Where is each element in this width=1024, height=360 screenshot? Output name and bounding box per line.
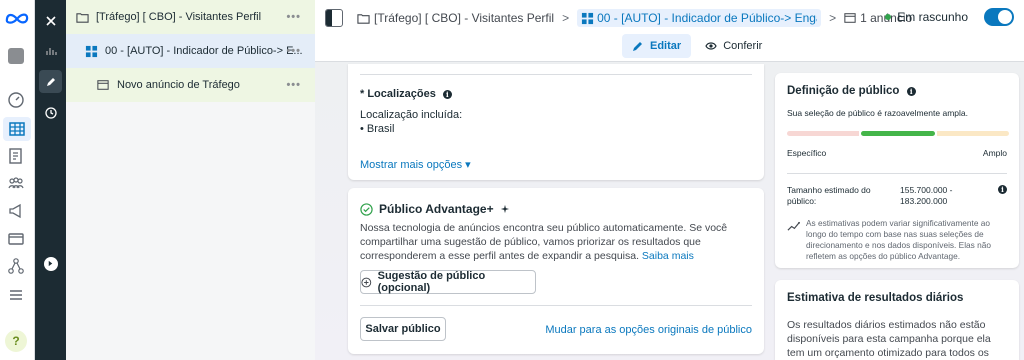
estimated-size-value: 155.700.000 - 183.200.000 [900,185,953,206]
close-icon[interactable] [39,9,62,32]
editor-header: [Tráfego] [ CBO] - Visitantes Perfil > 0… [315,0,1024,62]
divider [787,173,1007,174]
daily-results-body: Os resultados diários estimados não estã… [787,319,991,359]
review-mode-label: Conferir [723,40,763,52]
megaphone-icon[interactable] [6,201,26,221]
table-icon[interactable] [3,117,31,141]
sparkle-icon [500,204,509,214]
advantage-audience-card: Público Advantage+ Nossa tecnologia de a… [348,188,764,354]
editor-rail [35,0,66,360]
help-icon[interactable]: ? [5,330,27,352]
expand-icon[interactable] [39,252,62,275]
tree-item-ad[interactable]: Novo anúncio de Tráfego ••• [66,68,315,102]
audience-breadth-gauge [787,131,1009,136]
gauge-label-specific: Específico [787,148,827,158]
estimated-size-label: Tamanho estimado do público: [787,185,871,206]
menu-icon[interactable] [6,285,26,305]
breadcrumb-adset-label: 00 - [AUTO] - Indicador de Público-> Eng… [597,11,818,25]
campaign-tree: [Tráfego] [ CBO] - Visitantes Perfil •••… [66,0,315,360]
info-icon[interactable]: i [442,90,452,99]
edit-icon[interactable] [39,70,62,93]
audience-suggestion-label: Sugestão de público (opcional) [377,270,486,294]
grid-icon [582,12,594,24]
tree-empty-area [66,102,315,360]
pencil-icon [633,42,642,51]
breadcrumb: [Tráfego] [ CBO] - Visitantes Perfil > 0… [325,8,912,28]
daily-results-title: Estimativa de resultados diários [787,292,964,304]
panel-toggle-icon[interactable] [325,9,343,27]
audience-definition-card: Definição de público i Sua seleção de pú… [775,73,1019,268]
folder-icon [357,12,370,25]
account-avatar[interactable] [6,46,26,66]
breadcrumb-campaign[interactable]: [Tráfego] [ CBO] - Visitantes Perfil [374,11,554,25]
audience-definition-title: Definição de público i [787,85,916,97]
audience-icon[interactable] [6,174,26,194]
edit-mode-button[interactable]: Editar [622,34,692,58]
folder-icon [75,10,89,24]
included-location-value: • Brasil [360,123,395,135]
locations-card: * Localizações i Localização incluída: •… [348,64,764,180]
more-options-icon[interactable]: ••• [286,79,301,91]
gauge-label-broad: Amplo [982,148,1007,158]
tree-ad-label: Novo anúncio de Tráfego [117,79,240,91]
breadcrumb-separator: > [829,11,837,25]
meta-logo-icon[interactable] [4,8,30,28]
eye-icon [705,42,717,50]
switch-original-options-link[interactable]: Mudar para as opções originais de públic… [545,324,752,336]
estimate-note: As estimativas podem variar significativ… [806,218,991,261]
draft-status: Em rascunho [885,8,1014,26]
show-more-options-link[interactable]: Mostrar mais opções ▾ [360,158,471,171]
advantage-description: Nossa tecnologia de anúncios encontra se… [360,221,756,263]
ad-icon [96,78,110,92]
status-label: Em rascunho [897,10,968,24]
divider [360,74,752,75]
advantage-title-text: Público Advantage+ [379,202,494,216]
check-circle-icon [360,202,373,216]
locations-title-text: * Localizações [360,88,436,100]
gauge-segment-specific [787,131,859,136]
learn-more-link[interactable]: Saiba mais [642,250,694,262]
review-mode-button[interactable]: Conferir [695,34,772,58]
more-options-icon[interactable]: ••• [286,11,301,23]
add-circle-icon [361,277,372,287]
locations-title: * Localizações i [360,88,452,100]
audience-suggestion-button[interactable]: Sugestão de público (opcional) [360,270,536,294]
audience-definition-title-text: Definição de público [787,85,900,97]
status-dot-icon [885,14,892,20]
included-location-label: Localização incluída: [360,109,463,121]
on-off-toggle[interactable] [984,8,1014,26]
breadcrumb-adset[interactable]: 00 - [AUTO] - Indicador de Público-> Eng… [577,9,822,27]
mode-switcher: Editar Conferir [622,34,772,58]
tree-item-adset[interactable]: 00 - [AUTO] - Indicador de Público-> E..… [66,34,315,68]
dashboard-icon[interactable] [6,90,26,110]
info-icon[interactable]: i [906,87,916,96]
gauge-segment-indicator [861,131,935,136]
billing-icon[interactable] [6,229,26,249]
chart-icon[interactable] [39,39,62,62]
save-audience-button[interactable]: Salvar público [360,317,446,341]
info-icon[interactable]: i [998,185,1007,194]
audience-definition-subtitle: Sua seleção de público é razoavelmente a… [787,108,968,118]
breadcrumb-separator: > [562,11,570,25]
editor-content: * Localizações i Localização incluída: •… [315,62,1024,360]
ad-icon [844,13,856,23]
daily-results-card: Estimativa de resultados diários Os resu… [775,280,1019,360]
tree-adset-label: 00 - [AUTO] - Indicador de Público-> E..… [105,45,303,57]
trend-icon [787,221,800,231]
advantage-title: Público Advantage+ [360,202,510,216]
network-icon[interactable] [6,256,26,276]
tree-item-campaign[interactable]: [Tráfego] [ CBO] - Visitantes Perfil ••• [66,0,315,34]
global-nav: ? [0,0,35,360]
pages-icon[interactable] [6,146,26,166]
gauge-segment-broad [937,131,1009,136]
edit-mode-label: Editar [650,40,682,52]
divider [360,305,752,306]
grid-icon [84,44,98,58]
tree-campaign-label: [Tráfego] [ CBO] - Visitantes Perfil [96,11,262,23]
history-icon[interactable] [39,101,62,124]
more-options-icon[interactable]: ••• [286,45,301,57]
